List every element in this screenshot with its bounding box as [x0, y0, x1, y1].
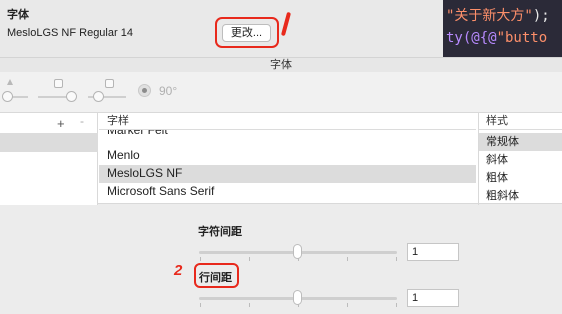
slider-tick [347, 303, 348, 307]
annotation-mark-2: 2 [174, 262, 183, 279]
slider-tick [396, 303, 397, 307]
line-spacing-thumb[interactable] [293, 290, 302, 305]
code-line-1: "关于新大方"); [446, 5, 550, 25]
style-item-selected[interactable]: 常规体 [479, 133, 562, 151]
shadow-toggle-icon[interactable] [54, 79, 63, 88]
remove-collection-button[interactable]: - [80, 114, 84, 128]
shadow-offset-toggle-icon[interactable] [105, 79, 114, 88]
selected-collection-row[interactable] [0, 133, 98, 152]
slider-tick [347, 257, 348, 261]
slider-tick [249, 257, 250, 261]
family-item[interactable]: Menlo [99, 147, 476, 165]
slider-knob-icon[interactable] [2, 91, 13, 102]
family-item-selected[interactable]: MesloLGS NF [99, 165, 476, 183]
style-column-header: 样式 [479, 113, 562, 130]
code-editor-snippet: "关于新大方"); ty(@{@"butto [443, 0, 562, 57]
family-column-header: 字样 [99, 113, 476, 130]
char-spacing-thumb[interactable] [293, 244, 302, 259]
code-syntax: (@{@ [462, 30, 497, 46]
current-font-value: MesloLGS NF Regular 14 [7, 27, 133, 39]
font-panel-titlebar: 字体 [0, 57, 562, 72]
add-collection-button[interactable]: + [57, 116, 65, 131]
shadow-angle-dial-icon[interactable] [138, 84, 151, 97]
collections-list[interactable]: + - [0, 113, 98, 205]
style-list[interactable]: 样式 常规体 斜体 粗体 粗斜体 [478, 113, 562, 205]
slider-tick [249, 303, 250, 307]
style-item[interactable]: 粗斜体 [479, 187, 562, 205]
font-panel-title: 字体 [270, 59, 292, 71]
annotation-box-change-button [215, 17, 279, 48]
font-panel-toolbar [0, 72, 562, 112]
family-list[interactable]: Marker Felt 字样 Menlo MesloLGS NF Microso… [99, 113, 476, 205]
line-spacing-field[interactable]: 1 [407, 289, 459, 307]
shadow-angle-value: 90° [159, 84, 178, 98]
code-function: ty [446, 30, 463, 46]
slider-tick [200, 257, 201, 261]
code-string-2: "butto [496, 30, 548, 46]
code-punctuation: ); [532, 8, 550, 24]
char-spacing-label: 字符间距 [198, 226, 242, 238]
font-section-title: 字体 [7, 9, 29, 21]
slider-tick [200, 303, 201, 307]
annotation-box-line-spacing [194, 263, 239, 288]
slider-tick [396, 257, 397, 261]
family-item[interactable]: Microsoft Sans Serif [99, 183, 476, 201]
slider-knob-icon[interactable] [93, 91, 104, 102]
color-triangle-icon[interactable] [7, 79, 13, 85]
font-lists: + - Marker Felt 字样 Menlo MesloLGS NF Mic… [0, 112, 562, 205]
code-line-2: ty(@{@"butto [446, 30, 547, 46]
slider-knob-icon[interactable] [66, 91, 77, 102]
code-string: "关于新大方" [446, 8, 533, 24]
style-item[interactable]: 粗体 [479, 169, 562, 187]
style-item[interactable]: 斜体 [479, 151, 562, 169]
char-spacing-field[interactable]: 1 [407, 243, 459, 261]
